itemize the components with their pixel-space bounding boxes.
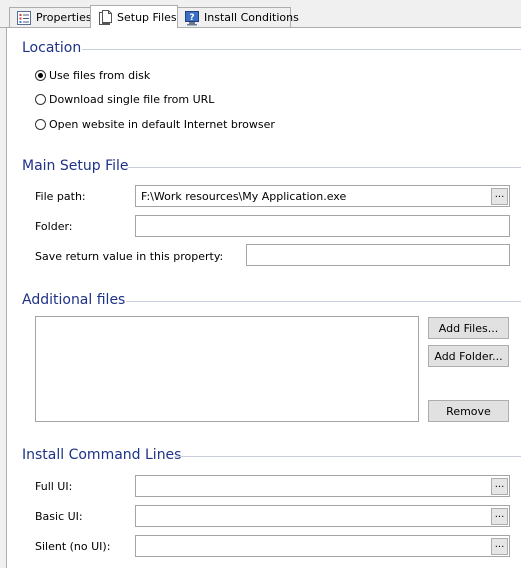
download-single-file-label: Download single file from URL xyxy=(49,93,215,106)
tab-setup-files-label: Setup Files xyxy=(117,10,177,24)
location-section-title: Location xyxy=(22,40,82,56)
open-website-label: Open website in default Internet browser xyxy=(49,118,275,131)
file-path-input[interactable]: F:\Work resources\My Application.exe xyxy=(135,185,510,207)
file-path-browse-button[interactable]: ... xyxy=(491,188,508,205)
document-pages-icon xyxy=(99,10,112,25)
folder-label: Folder: xyxy=(35,220,73,233)
tab-bar: Properties Setup Files ? Install Conditi… xyxy=(0,0,521,28)
basic-ui-browse-button[interactable]: ... xyxy=(491,508,508,525)
full-ui-input[interactable] xyxy=(135,475,510,497)
radio-unselected-indicator xyxy=(35,119,46,130)
install-command-lines-section-title: Install Command Lines xyxy=(22,447,182,463)
file-path-label: File path: xyxy=(35,190,86,203)
radio-unselected-indicator xyxy=(35,94,46,105)
tab-properties[interactable]: Properties xyxy=(9,7,92,27)
additional-files-section-divider xyxy=(126,301,521,302)
radio-selected-indicator xyxy=(35,70,46,81)
folder-input[interactable] xyxy=(135,215,510,237)
add-files-button[interactable]: Add Files... xyxy=(428,317,509,339)
open-website-radio[interactable]: Open website in default Internet browser xyxy=(35,118,275,131)
return-value-property-label: Save return value in this property: xyxy=(35,250,224,263)
basic-ui-input[interactable] xyxy=(135,505,510,527)
tab-properties-label: Properties xyxy=(36,11,92,24)
additional-files-list[interactable] xyxy=(35,316,419,422)
tab-install-conditions-label: Install Conditions xyxy=(204,11,299,24)
properties-list-icon xyxy=(17,10,31,25)
setup-files-panel: Location Use files from disk Download si… xyxy=(6,28,521,568)
help-monitor-icon: ? xyxy=(185,10,199,25)
location-section-divider xyxy=(82,49,521,50)
basic-ui-label: Basic UI: xyxy=(35,510,83,523)
tab-install-conditions[interactable]: ? Install Conditions xyxy=(177,7,299,27)
tab-setup-files[interactable]: Setup Files xyxy=(90,5,178,28)
install-command-lines-section-divider xyxy=(174,456,521,457)
use-files-from-disk-label: Use files from disk xyxy=(49,69,151,82)
file-path-value: F:\Work resources\My Application.exe xyxy=(141,189,347,203)
return-value-property-input[interactable] xyxy=(246,244,510,266)
silent-ui-browse-button[interactable]: ... xyxy=(491,538,508,555)
main-setup-file-section-divider xyxy=(128,167,521,168)
main-setup-file-section-title: Main Setup File xyxy=(22,158,129,174)
use-files-from-disk-radio[interactable]: Use files from disk xyxy=(35,69,150,82)
additional-files-section-title: Additional files xyxy=(22,292,126,308)
add-folder-button[interactable]: Add Folder... xyxy=(428,345,509,367)
full-ui-browse-button[interactable]: ... xyxy=(491,478,508,495)
remove-button[interactable]: Remove xyxy=(428,400,509,422)
silent-ui-label: Silent (no UI): xyxy=(35,540,111,553)
download-single-file-radio[interactable]: Download single file from URL xyxy=(35,93,214,106)
silent-ui-input[interactable] xyxy=(135,535,510,557)
full-ui-label: Full UI: xyxy=(35,480,73,493)
svg-text:?: ? xyxy=(189,13,194,23)
